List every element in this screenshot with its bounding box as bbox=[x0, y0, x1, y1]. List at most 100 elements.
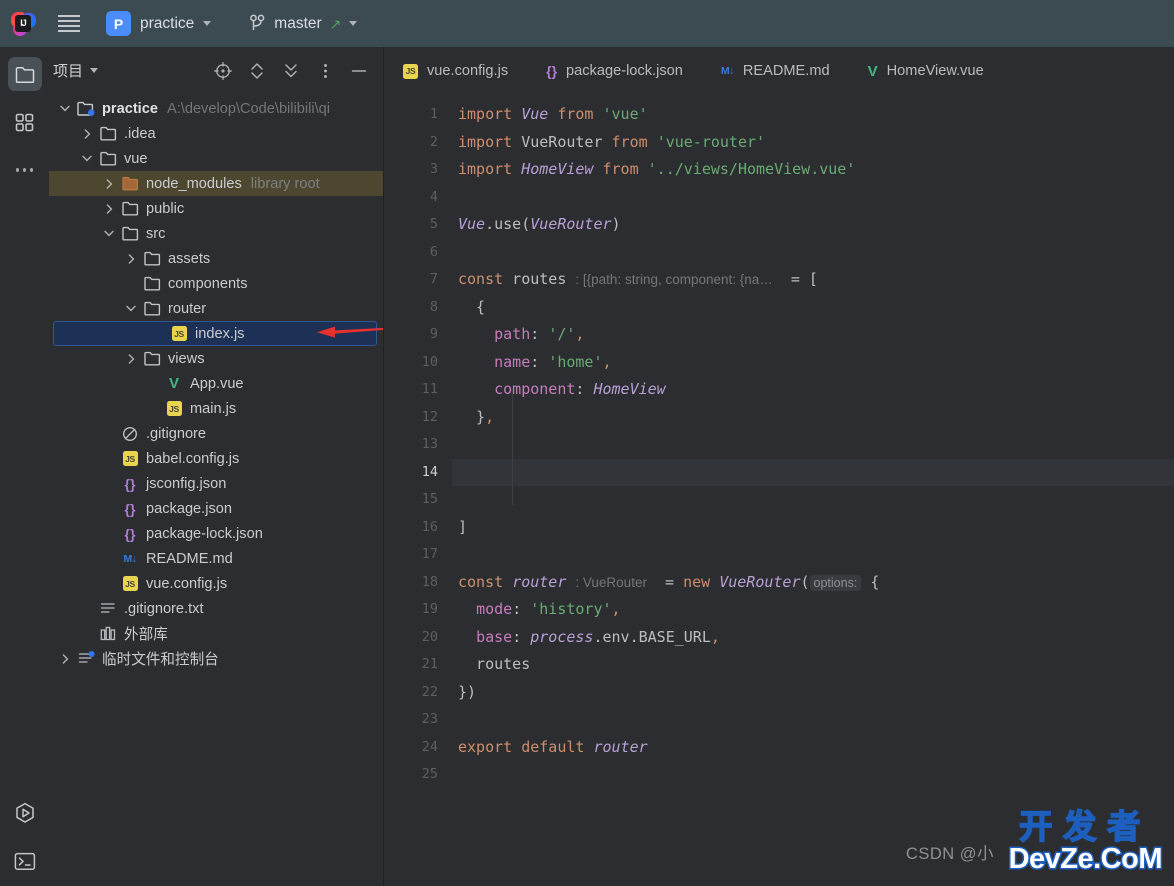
code-line[interactable]: component: HomeView bbox=[452, 376, 1174, 404]
code-line[interactable] bbox=[452, 431, 1174, 459]
tree-row-jsconfig-json[interactable]: {} jsconfig.json bbox=[49, 471, 383, 496]
code-line[interactable]: ] bbox=[452, 514, 1174, 542]
chevron-right-icon[interactable] bbox=[121, 353, 141, 364]
sidebar-item-more[interactable] bbox=[8, 153, 42, 187]
sidebar-item-terminal[interactable] bbox=[8, 844, 42, 878]
git-branch-widget[interactable]: master ↗ bbox=[241, 10, 365, 37]
code-line[interactable]: Vue.use(VueRouter) bbox=[452, 211, 1174, 239]
code-line[interactable]: routes bbox=[452, 651, 1174, 679]
code-line[interactable]: import Vue from 'vue' bbox=[452, 101, 1174, 129]
chevron-down-icon[interactable] bbox=[99, 230, 119, 237]
tree-row-views[interactable]: views bbox=[49, 346, 383, 371]
code-line[interactable] bbox=[452, 541, 1174, 569]
chevron-down-icon[interactable] bbox=[77, 155, 97, 162]
code-content[interactable]: import Vue from 'vue' import VueRouter fr… bbox=[452, 95, 1174, 886]
code-line[interactable]: path: '/', bbox=[452, 321, 1174, 349]
code-line[interactable]: base: process.env.BASE_URL, bbox=[452, 624, 1174, 652]
code-token: = [ bbox=[772, 270, 818, 288]
code-token: : bbox=[575, 380, 594, 398]
tree-row-package-lock-json[interactable]: {} package-lock.json bbox=[49, 521, 383, 546]
project-view-selector[interactable]: 项目 bbox=[53, 60, 99, 81]
chevron-down-icon[interactable] bbox=[121, 305, 141, 312]
tree-item-label: views bbox=[168, 350, 205, 367]
tree-row--[interactable]: 外部库 bbox=[49, 621, 383, 646]
code-line[interactable] bbox=[452, 184, 1174, 212]
code-editor[interactable]: 1 2 3 4 5 6 7 8 9 10 11 12 13 14 15 16 17 18 19 20 21 22 23 24 2… bbox=[384, 95, 1174, 886]
editor-tab-package-lock-json[interactable]: {} package-lock.json bbox=[527, 47, 702, 95]
code-line[interactable]: }, bbox=[452, 404, 1174, 432]
tree-row-readme-md[interactable]: M↓ README.md bbox=[49, 546, 383, 571]
code-line[interactable]: import VueRouter from 'vue-router' bbox=[452, 129, 1174, 157]
push-arrow-icon[interactable]: ↗ bbox=[330, 17, 342, 31]
chevron-down-icon[interactable] bbox=[55, 105, 75, 112]
options-icon[interactable] bbox=[315, 61, 335, 81]
hide-panel-icon[interactable] bbox=[349, 61, 369, 81]
sidebar-item-structure[interactable] bbox=[8, 105, 42, 139]
code-line[interactable] bbox=[452, 706, 1174, 734]
tab-file-icon: M↓ bbox=[721, 65, 735, 77]
editor-tab-readme-md[interactable]: M↓ README.md bbox=[702, 47, 849, 95]
code-token: , bbox=[575, 325, 585, 343]
project-widget[interactable]: P practice bbox=[101, 7, 219, 40]
code-line[interactable]: const router : VueRouter = new VueRouter… bbox=[452, 569, 1174, 597]
folder-icon bbox=[15, 66, 34, 83]
code-token: 'home' bbox=[548, 352, 603, 371]
code-line[interactable]: name: 'home', bbox=[452, 349, 1174, 377]
select-opened-file-icon[interactable] bbox=[213, 61, 233, 81]
tree-item-icon: JS bbox=[168, 326, 190, 341]
chevron-right-icon[interactable] bbox=[121, 253, 141, 264]
editor-tab-homeview-vue[interactable]: V HomeView.vue bbox=[849, 47, 1003, 95]
code-token: : bbox=[512, 600, 531, 618]
tree-row--gitignore-txt[interactable]: .gitignore.txt bbox=[49, 596, 383, 621]
code-token: component bbox=[494, 380, 576, 398]
code-line[interactable] bbox=[452, 239, 1174, 267]
chevron-right-icon[interactable] bbox=[99, 178, 119, 189]
sidebar-item-project[interactable] bbox=[7, 57, 42, 91]
editor-tab-bar[interactable]: JS vue.config.js {} package-lock.json M↓ READ… bbox=[384, 47, 1174, 95]
code-line[interactable]: const routes : [{path: string, component… bbox=[452, 266, 1174, 294]
chevron-right-icon[interactable] bbox=[55, 653, 75, 664]
tree-row-babel-config-js[interactable]: JS babel.config.js bbox=[49, 446, 383, 471]
intellij-idea-logo: IJ bbox=[9, 10, 37, 38]
git-branch-icon bbox=[250, 14, 265, 30]
code-line[interactable] bbox=[452, 458, 1174, 486]
tree-row-assets[interactable]: assets bbox=[49, 246, 383, 271]
tree-row-public[interactable]: public bbox=[49, 196, 383, 221]
tree-row-index-js[interactable]: JS index.js bbox=[53, 321, 377, 346]
tree-row-practice[interactable]: practice A:\develop\Code\bilibili\qi bbox=[49, 96, 383, 121]
code-line[interactable] bbox=[452, 486, 1174, 514]
tree-row-vue[interactable]: vue bbox=[49, 146, 383, 171]
tree-row-src[interactable]: src bbox=[49, 221, 383, 246]
tree-row--gitignore[interactable]: .gitignore bbox=[49, 421, 383, 446]
tree-row--[interactable]: 临时文件和控制台 bbox=[49, 646, 383, 671]
chevron-right-icon[interactable] bbox=[77, 128, 97, 139]
tree-row-router[interactable]: router bbox=[49, 296, 383, 321]
collapse-all-icon[interactable] bbox=[281, 61, 301, 81]
scratches-icon bbox=[78, 651, 95, 663]
tree-row-package-json[interactable]: {} package.json bbox=[49, 496, 383, 521]
terminal-icon bbox=[14, 852, 35, 870]
code-line[interactable] bbox=[452, 761, 1174, 789]
code-line[interactable]: mode: 'history', bbox=[452, 596, 1174, 624]
line-number: 3 bbox=[429, 161, 438, 177]
chevron-right-icon[interactable] bbox=[99, 203, 119, 214]
tree-row--idea[interactable]: .idea bbox=[49, 121, 383, 146]
tree-row-node-modules[interactable]: node_modules library root bbox=[49, 171, 383, 196]
code-line[interactable]: export default router bbox=[452, 734, 1174, 762]
code-line[interactable]: { bbox=[452, 294, 1174, 322]
sidebar-item-run[interactable] bbox=[8, 796, 42, 830]
code-line[interactable]: }) bbox=[452, 679, 1174, 707]
main-menu-button[interactable] bbox=[51, 0, 87, 47]
code-token: Vue bbox=[521, 105, 549, 123]
code-token: }) bbox=[458, 682, 477, 701]
editor-tab-vue-config-js[interactable]: JS vue.config.js bbox=[384, 47, 527, 95]
project-file-tree[interactable]: practice A:\develop\Code\bilibili\qi .idea… bbox=[49, 94, 383, 886]
tree-row-vue-config-js[interactable]: JS vue.config.js bbox=[49, 571, 383, 596]
tree-row-main-js[interactable]: JS main.js bbox=[49, 396, 383, 421]
expand-collapse-icon[interactable] bbox=[247, 61, 267, 81]
code-line[interactable]: import HomeView from '../views/HomeView.… bbox=[452, 156, 1174, 184]
tree-row-components[interactable]: components bbox=[49, 271, 383, 296]
tree-row-app-vue[interactable]: V App.vue bbox=[49, 371, 383, 396]
